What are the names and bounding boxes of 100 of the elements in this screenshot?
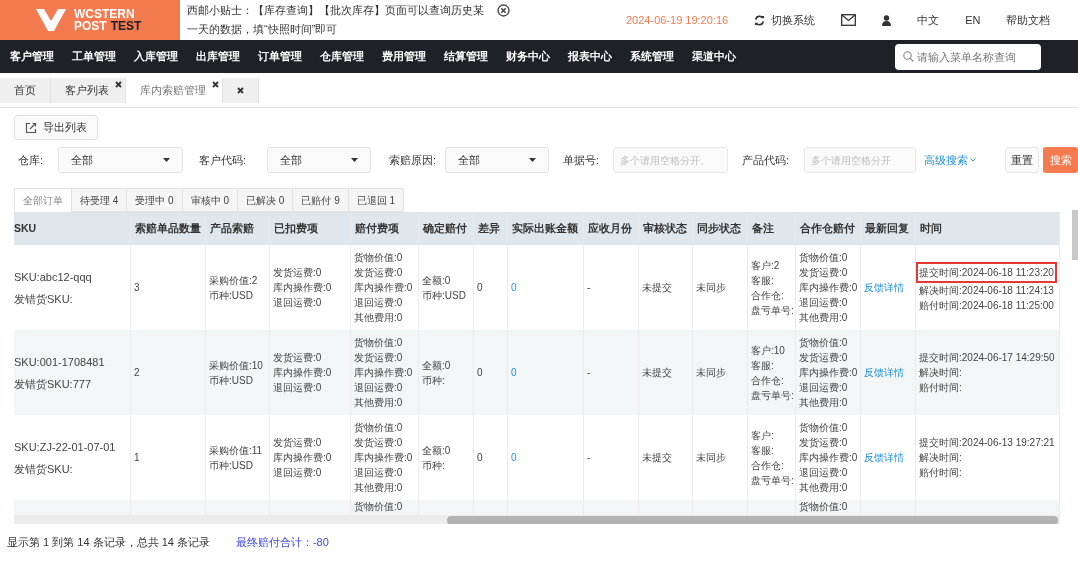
- table-cell-text: 库内操作费:0: [273, 451, 333, 465]
- table-cell-text: 赔付时间:: [919, 381, 963, 395]
- table-cell-text: 发错货SKU:: [14, 461, 74, 477]
- select-field[interactable]: 全部: [267, 147, 371, 173]
- table-cell-text: 0: [511, 281, 518, 295]
- nav-item[interactable]: 报表中心: [568, 48, 612, 65]
- table-cell-text: 全额:0: [422, 273, 452, 288]
- export-icon: [25, 121, 37, 134]
- table-cell-text: 发货运费:0: [273, 266, 323, 280]
- table-cell-text: 解决时间:: [919, 366, 963, 380]
- page-tab[interactable]: 客户列表: [51, 78, 126, 103]
- column-header: 审核状态: [643, 221, 687, 237]
- status-tab[interactable]: 已退回 1: [347, 188, 405, 212]
- table-cell-text: 货物价值:0: [354, 251, 404, 265]
- table-cell-text: 赔付时间:: [919, 466, 963, 480]
- export-button[interactable]: 导出列表: [14, 115, 98, 140]
- table-cell-text: 合作仓:: [751, 288, 785, 303]
- table-cell-text: 其他费用:0: [799, 481, 849, 495]
- select-field[interactable]: 全部: [445, 147, 549, 173]
- table-cell-text: 0: [511, 451, 518, 465]
- nav-item[interactable]: 订单管理: [258, 48, 302, 65]
- column-header: SKU: [14, 221, 37, 237]
- table-cell-text: 退回运费:0: [799, 296, 849, 310]
- table-cell-text: 客服:: [751, 273, 775, 288]
- nav-item[interactable]: 渠道中心: [692, 48, 736, 65]
- table-cell-text: 赔付时间:2024-06-18 11:25:00: [919, 299, 1055, 313]
- nav-item[interactable]: 出库管理: [196, 48, 240, 65]
- column-header: 备注: [752, 221, 774, 237]
- nav-item[interactable]: 仓库管理: [320, 48, 364, 65]
- close-icon[interactable]: [115, 81, 122, 88]
- nav-item[interactable]: 系统管理: [630, 48, 674, 65]
- vertical-scrollbar[interactable]: [1072, 210, 1078, 260]
- record-summary: 显示第 1 到第 14 条记录，总共 14 条记录: [7, 535, 210, 550]
- close-icon[interactable]: [212, 81, 219, 88]
- table-cell-text: -: [587, 366, 592, 380]
- status-tab[interactable]: 已赔付 9: [292, 188, 349, 212]
- table-cell-text: 库内操作费:0: [354, 281, 414, 295]
- feedback-link[interactable]: 反馈详情: [864, 450, 912, 465]
- table-cell-text: 未同步: [696, 366, 727, 380]
- table-cell-text: 解决时间:: [919, 451, 963, 465]
- feedback-link[interactable]: 反馈详情: [864, 280, 912, 295]
- column-header: 产品索赔: [210, 221, 254, 237]
- table-cell-text: 币种:USD: [209, 373, 254, 388]
- table-cell-text: 提交时间:2024-06-13 19:27:21: [919, 436, 1056, 450]
- status-tab[interactable]: 已解决 0: [237, 188, 294, 212]
- table-cell-text: 未同步: [696, 281, 727, 295]
- filter-label: 索赔原因:: [389, 152, 438, 168]
- table-cell-text: 退回运费:0: [799, 381, 849, 395]
- refresh-icon: [754, 14, 766, 26]
- mail-icon[interactable]: [841, 14, 857, 26]
- table-cell-text: SKU:001-1708481: [14, 354, 106, 370]
- table-cell-text: 全额:0: [422, 358, 452, 373]
- table-cell-text: 客服:: [751, 358, 775, 373]
- switch-system-link[interactable]: 切换系统: [754, 11, 816, 29]
- reset-button[interactable]: 重置: [1005, 147, 1040, 173]
- select-field[interactable]: 全部: [58, 147, 183, 173]
- tab-close-button[interactable]: [223, 78, 259, 103]
- table-cell-text: 库内操作费:0: [273, 281, 333, 295]
- column-header: 已扣费项: [274, 221, 318, 237]
- table-cell-text: 客服:: [751, 443, 775, 458]
- table-cell-text: 0: [477, 451, 484, 465]
- nav-item[interactable]: 费用管理: [382, 48, 426, 65]
- menu-search-field[interactable]: 请输入菜单名称查询: [895, 43, 1041, 70]
- status-tab[interactable]: 受理中 0: [126, 188, 183, 212]
- table-cell-text: 采购价值:10: [209, 358, 264, 373]
- column-header: 差异: [478, 221, 500, 237]
- scrollbar-thumb[interactable]: [447, 516, 1058, 524]
- table-cell-text: 3: [134, 281, 141, 295]
- nav-item[interactable]: 客户管理: [10, 48, 54, 65]
- nav-item[interactable]: 结算管理: [444, 48, 488, 65]
- status-tab[interactable]: 待受理 4: [71, 188, 128, 212]
- advanced-search-link[interactable]: 高级搜索: [924, 151, 976, 169]
- table-cell-text: 发错货SKU:: [14, 291, 74, 307]
- table-cell-text: 发货运费:0: [354, 266, 404, 280]
- close-icon[interactable]: [497, 4, 510, 17]
- header-link[interactable]: 帮助文档: [1006, 11, 1051, 29]
- nav-item[interactable]: 工单管理: [72, 48, 116, 65]
- table-cell-text: 解决时间:2024-06-18 11:24:13: [919, 284, 1055, 298]
- table-cell-text: 盘亏单号:: [751, 388, 792, 403]
- page-tab[interactable]: 首页: [0, 78, 51, 103]
- table-cell-text: 发货运费:0: [273, 436, 323, 450]
- table-cell-text: 其他费用:0: [354, 481, 404, 495]
- status-tab[interactable]: 全部订单: [14, 188, 72, 212]
- nav-item[interactable]: 财务中心: [506, 48, 550, 65]
- header-link[interactable]: EN: [965, 11, 981, 29]
- table-cell-text: 库内操作费:0: [799, 451, 857, 465]
- table-cell-text: 客户:10: [751, 343, 786, 358]
- column-header: 赔付费项: [355, 221, 399, 237]
- close-icon[interactable]: [237, 87, 244, 94]
- nav-item[interactable]: 入库管理: [134, 48, 178, 65]
- header-link[interactable]: 中文: [917, 11, 940, 29]
- notice-text: 西邮小贴士：【库存查询】【批次库存】页面可以查询历史某一天的数据，填“快照时间”即可: [187, 3, 485, 37]
- logo-text: TEST: [110, 20, 142, 32]
- table-cell-text: 采购价值:2: [209, 273, 259, 288]
- chevron-icon: [970, 158, 976, 162]
- horizontal-scrollbar[interactable]: [14, 515, 1060, 524]
- table-cell-text: 退回运费:0: [799, 466, 849, 480]
- table-cell-text: 0: [511, 366, 518, 380]
- status-tab[interactable]: 审核中 0: [181, 188, 239, 212]
- user-icon[interactable]: [882, 14, 892, 26]
